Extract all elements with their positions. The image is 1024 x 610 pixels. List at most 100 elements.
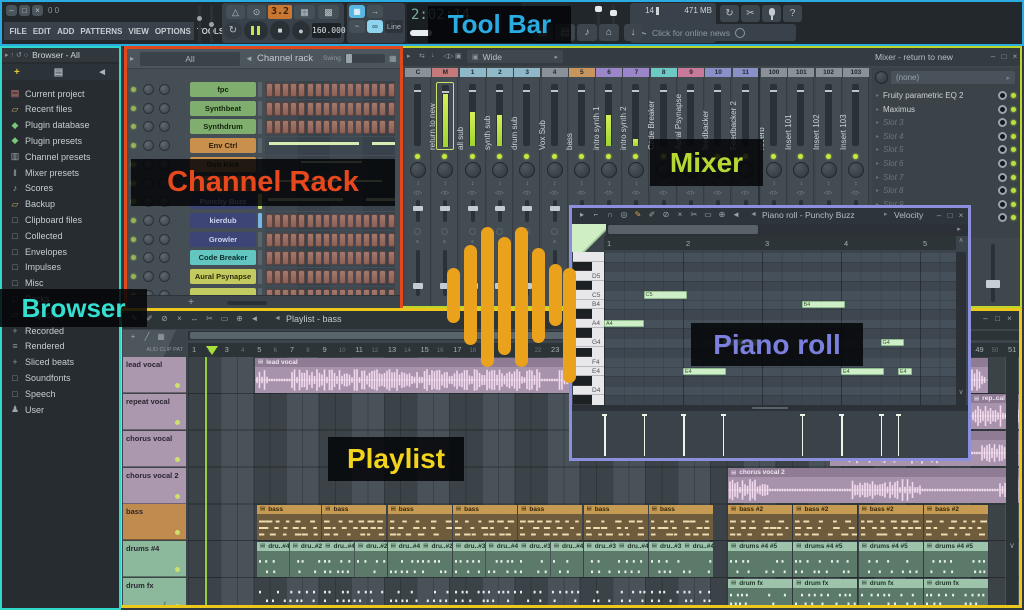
strip-fader-handle[interactable] <box>551 90 558 92</box>
step-cell[interactable] <box>331 83 338 97</box>
track-mute-led[interactable] <box>175 494 180 499</box>
velocity-handle[interactable] <box>683 414 685 456</box>
channel-enable-led[interactable] <box>131 106 136 111</box>
strip-mute-led[interactable] <box>633 154 638 159</box>
channel-enable-led[interactable] <box>131 255 136 260</box>
fx-mix-knob[interactable] <box>998 159 1007 168</box>
strip-fader-handle[interactable] <box>852 90 859 92</box>
fx-mix-knob[interactable] <box>998 132 1007 141</box>
arrow-icon[interactable]: → <box>367 5 383 18</box>
fx-enable-led[interactable] <box>1011 188 1016 193</box>
step-cell[interactable] <box>323 120 330 134</box>
strip-color-tab[interactable]: M <box>432 68 458 77</box>
playhead-marker[interactable] <box>206 346 218 355</box>
step-cell[interactable] <box>266 270 273 284</box>
strip-color-tab[interactable]: 6 <box>596 68 622 77</box>
scroll-down-icon[interactable]: ∨ <box>957 388 965 400</box>
strip-mute-led[interactable] <box>771 154 776 159</box>
close-icon[interactable]: × <box>1004 314 1015 325</box>
fx-enable-led[interactable] <box>1011 93 1016 98</box>
step-cell[interactable] <box>339 102 346 116</box>
strip-stereo-sep[interactable]: ◁▷ <box>520 190 534 197</box>
channel-volume-knob[interactable] <box>159 215 170 226</box>
strip-color-tab[interactable]: 4 <box>542 68 568 77</box>
loop-record-icon[interactable]: ↻ <box>224 22 242 39</box>
step-cell[interactable] <box>282 83 289 97</box>
step-cell[interactable] <box>323 251 330 265</box>
step-cell[interactable] <box>266 83 273 97</box>
strip-send-handle[interactable] <box>413 283 423 289</box>
step-cell[interactable] <box>331 233 338 247</box>
strip-fader-area[interactable] <box>436 82 454 150</box>
mic-icon[interactable] <box>762 5 781 22</box>
strip-mute-led[interactable] <box>798 154 803 159</box>
strip-color-tab[interactable]: 3 <box>514 68 540 77</box>
strip-fader-area[interactable] <box>409 82 427 150</box>
pattern-indicator[interactable] <box>258 119 262 134</box>
strip-mini-fader[interactable] <box>525 200 529 222</box>
channel-enable-led[interactable] <box>131 274 136 279</box>
channel-button-aural-psynapse[interactable]: Aural Psynapse <box>190 269 256 284</box>
step-cell[interactable] <box>323 102 330 116</box>
clip-dru-3[interactable]: ▤dru..#3 <box>518 542 550 577</box>
step-cell[interactable] <box>339 120 346 134</box>
step-cell[interactable] <box>274 83 281 97</box>
strip-fader-handle[interactable] <box>469 90 476 92</box>
note-A4[interactable]: A4 <box>604 320 644 327</box>
step-cell[interactable] <box>266 251 273 265</box>
track-name-chorus-vocal-2[interactable]: chorus vocal 2 <box>123 468 186 504</box>
step-cell[interactable] <box>388 83 395 97</box>
piano-key-black[interactable] <box>573 262 592 272</box>
browser-item-impulses[interactable]: □Impulses <box>4 260 117 275</box>
copy-icon[interactable]: ▤ <box>54 67 63 78</box>
close-icon[interactable]: × <box>1010 52 1020 62</box>
step-cell[interactable] <box>282 102 289 116</box>
strip-fader-handle[interactable] <box>523 90 530 92</box>
close-icon[interactable]: × <box>32 5 43 16</box>
collapse-icon[interactable]: ∧ <box>956 236 966 250</box>
strip-send-fader[interactable] <box>416 250 420 296</box>
channel-button-kierdub[interactable]: kierdub <box>190 213 256 228</box>
step-cell[interactable] <box>363 251 370 265</box>
strip-mini-fader-handle[interactable] <box>468 206 478 211</box>
step-edit-icon[interactable]: ▦ <box>294 5 315 19</box>
step-cell[interactable] <box>331 102 338 116</box>
select-icon[interactable]: ▭ <box>218 314 231 326</box>
clip-bass[interactable]: ▤bass <box>453 505 517 540</box>
fx-enable-led[interactable] <box>1011 215 1016 220</box>
step-cell[interactable] <box>339 270 346 284</box>
strip-pan-arrows[interactable]: ↕ <box>632 181 640 188</box>
step-cell[interactable] <box>355 102 362 116</box>
velocity-handle[interactable] <box>802 414 804 456</box>
main-pitch-handle[interactable] <box>209 22 214 27</box>
note-B4[interactable]: B4 <box>802 301 845 308</box>
select-icon[interactable]: ▭ <box>702 210 714 222</box>
strip-stereo-sep[interactable]: ◁▷ <box>548 190 562 197</box>
channel-enable-led[interactable] <box>131 218 136 223</box>
cut-icon[interactable]: ✂ <box>741 5 760 22</box>
step-cell[interactable] <box>339 83 346 97</box>
channel-enable-led[interactable] <box>131 124 136 129</box>
channel-button-synthdrum[interactable]: Synthdrum <box>190 119 256 134</box>
channel-volume-knob[interactable] <box>159 103 170 114</box>
piano-roll-vscrollbar[interactable] <box>956 252 966 405</box>
step-cell[interactable] <box>274 120 281 134</box>
step-cell[interactable] <box>347 270 354 284</box>
strip-fader-track[interactable] <box>578 84 585 146</box>
strip-mini-fader[interactable] <box>498 200 502 222</box>
strip-mini-fader[interactable] <box>471 200 475 222</box>
slice-icon[interactable]: ✂ <box>203 314 216 326</box>
channel-button-env-ctrl[interactable]: Env Ctrl <box>190 138 256 153</box>
pattern-indicator[interactable] <box>258 250 262 265</box>
strip-fader-area[interactable] <box>600 82 618 150</box>
note-E4[interactable]: E4 <box>898 368 912 375</box>
clip-bass[interactable]: ▤bass <box>649 505 713 540</box>
channel-volume-knob[interactable] <box>159 84 170 95</box>
step-cell[interactable] <box>379 251 386 265</box>
clip-bass[interactable]: ▤bass <box>257 505 321 540</box>
strip-color-tab[interactable]: 9 <box>678 68 704 77</box>
clip-dru-2[interactable]: ▤dru..#2 <box>355 542 387 577</box>
step-cell[interactable] <box>274 214 281 228</box>
strip-volume-knob[interactable] <box>465 162 481 178</box>
clip-drum-fx[interactable]: ▤drum fx <box>793 579 857 608</box>
